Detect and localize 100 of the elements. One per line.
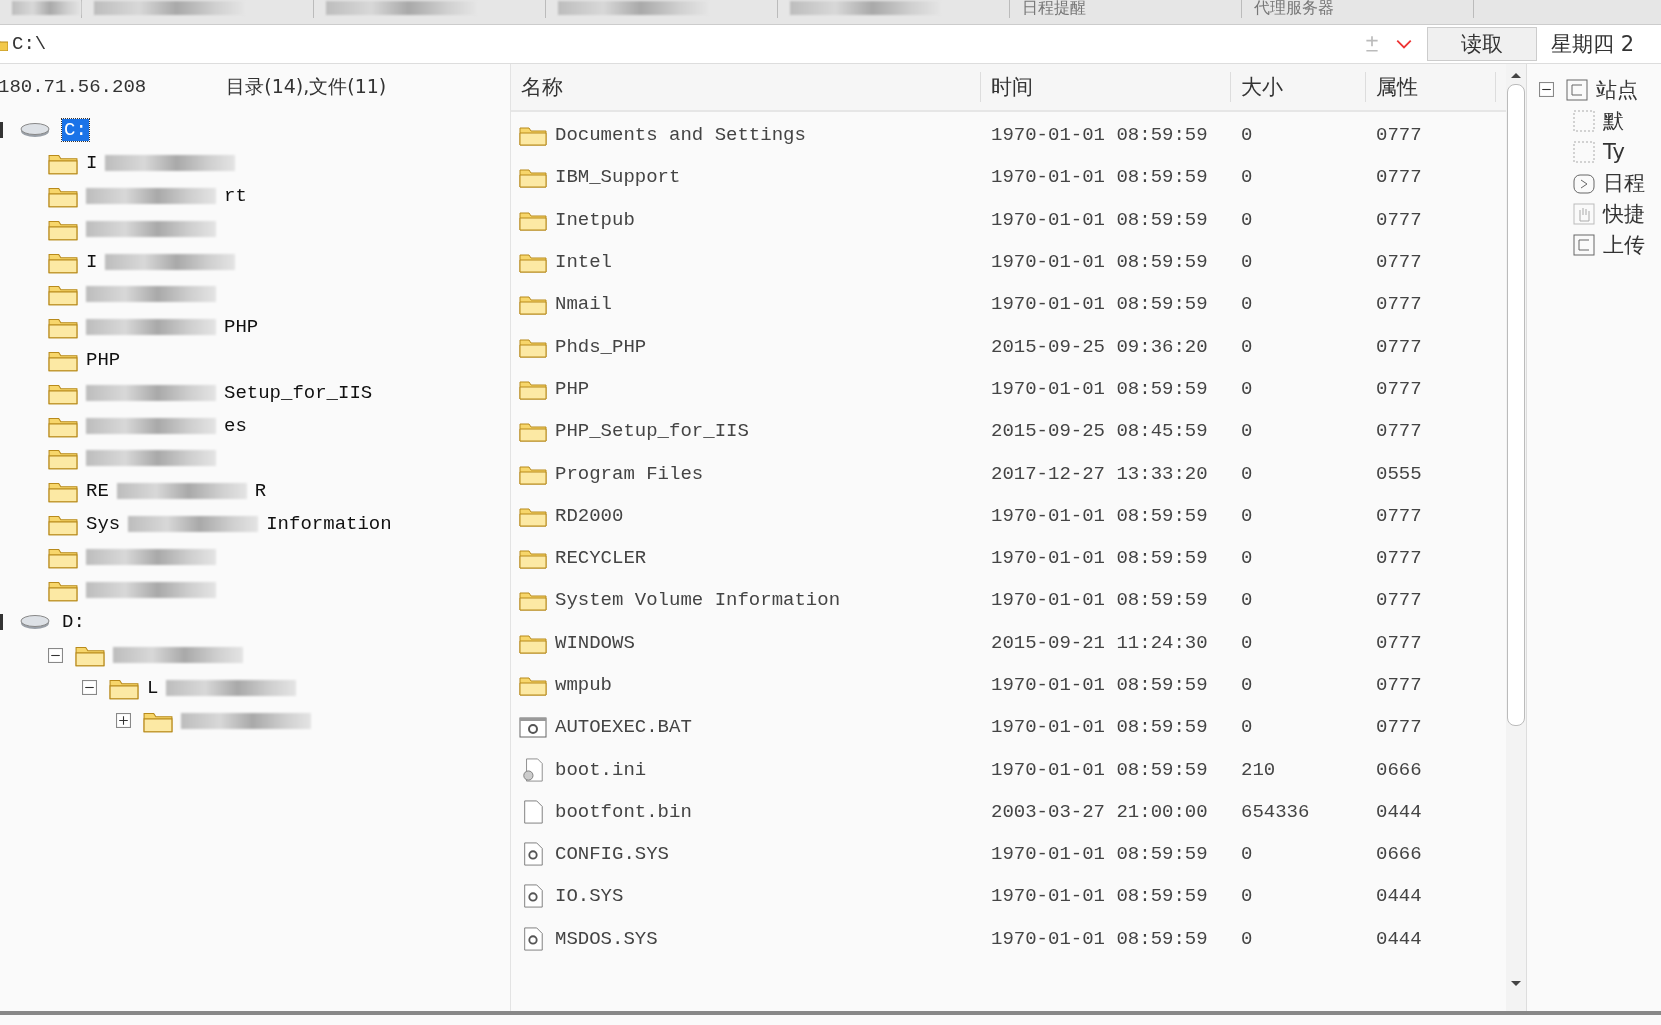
column-header[interactable]: 属性 bbox=[1366, 72, 1496, 102]
table-cell-text: 0777 bbox=[1375, 589, 1423, 612]
file-name[interactable]: PHP_Setup_for_IIS bbox=[555, 420, 749, 443]
tab[interactable]: 代理服务器 bbox=[1242, 0, 1474, 18]
table-cell-text: 0444 bbox=[1375, 927, 1423, 950]
table-cell-text: 1970-01-01 08:59:59 bbox=[990, 124, 1209, 147]
tree-item-label[interactable]: PHP bbox=[86, 348, 121, 371]
tree-item-label[interactable]: R bbox=[254, 480, 267, 503]
file-name[interactable]: WINDOWS bbox=[555, 631, 635, 654]
table-cell-text: 0 bbox=[1240, 674, 1254, 696]
file-name[interactable]: CONFIG.SYS bbox=[555, 843, 670, 866]
file-name[interactable]: bootfont.bin bbox=[555, 800, 692, 823]
table-cell-text: 0 bbox=[1240, 166, 1254, 189]
file-name[interactable]: IO.SYS bbox=[555, 885, 624, 908]
file-name[interactable]: Intel bbox=[555, 251, 612, 274]
tree-item-label[interactable]: 快捷 bbox=[1603, 199, 1645, 228]
table-cell-text: 0777 bbox=[1375, 420, 1423, 443]
table-cell-text: 0 bbox=[1240, 504, 1254, 527]
collapse-icon[interactable] bbox=[82, 680, 97, 696]
table-cell-text: 0777 bbox=[1375, 293, 1423, 316]
table-cell-text: 0777 bbox=[1375, 166, 1423, 189]
host-address: 180.71.56.208 bbox=[0, 76, 147, 98]
table-cell-text: 654336 bbox=[1240, 800, 1311, 823]
dashed-square-icon bbox=[1573, 140, 1595, 163]
table-cell-text: 1970-01-01 08:59:59 bbox=[990, 208, 1209, 231]
table-cell-text: 0777 bbox=[1375, 674, 1423, 696]
tree-item-label[interactable]: Ty bbox=[1603, 139, 1625, 164]
table-cell-text: 0 bbox=[1240, 716, 1254, 739]
file-name[interactable]: Program Files bbox=[555, 462, 704, 485]
scrollbar[interactable] bbox=[1506, 64, 1526, 1011]
redaction-blur bbox=[12, 1, 81, 15]
tree-item-label[interactable]: 上传 bbox=[1603, 230, 1645, 259]
table-cell-text: 210 bbox=[1240, 758, 1277, 781]
tree-item-label[interactable]: rt bbox=[224, 185, 247, 207]
table-cell-text: 0777 bbox=[1375, 377, 1423, 400]
tree-item-label[interactable]: Setup_for_IIS bbox=[224, 381, 373, 404]
tree-item-label[interactable]: 日程 bbox=[1603, 168, 1645, 197]
tab[interactable]: 日程提醒 bbox=[1010, 0, 1242, 18]
table-cell-text: 0777 bbox=[1375, 335, 1423, 358]
tree-item-label[interactable]: RE bbox=[86, 480, 109, 503]
expand-icon[interactable] bbox=[116, 713, 131, 729]
tree-item-label[interactable]: es bbox=[224, 414, 247, 437]
table-cell-text: 0444 bbox=[1375, 800, 1423, 823]
column-header[interactable]: 大小 bbox=[1231, 72, 1366, 102]
tree-item-label[interactable]: 站点 bbox=[1596, 75, 1638, 104]
file-name[interactable]: wmpub bbox=[555, 674, 612, 696]
file-name[interactable]: IBM_Support bbox=[555, 166, 681, 189]
table-cell-text: 0 bbox=[1240, 208, 1254, 231]
table-cell-text: 1970-01-01 08:59:59 bbox=[990, 293, 1209, 316]
table-cell-text: 1970-01-01 08:59:59 bbox=[990, 589, 1209, 612]
tree-item-label[interactable]: Sys bbox=[86, 512, 121, 535]
hand-icon bbox=[1573, 202, 1595, 225]
collapse-icon[interactable] bbox=[48, 647, 63, 663]
table-cell-text: 0555 bbox=[1375, 462, 1423, 485]
tree-item-label[interactable]: D: bbox=[62, 611, 85, 634]
file-name[interactable]: boot.ini bbox=[555, 758, 647, 781]
table-cell-text: 0 bbox=[1240, 335, 1254, 358]
table-cell-text: 1970-01-01 08:59:59 bbox=[990, 166, 1209, 189]
file-name[interactable]: System Volume Information bbox=[555, 589, 841, 612]
tree-item-label[interactable]: Information bbox=[266, 512, 392, 535]
table-cell-text: 1970-01-01 08:59:59 bbox=[990, 504, 1209, 527]
table-cell-text: 1970-01-01 08:59:59 bbox=[990, 377, 1209, 400]
file-name[interactable]: RD2000 bbox=[555, 504, 624, 527]
file-name[interactable]: AUTOEXEC.BAT bbox=[555, 716, 692, 739]
table-cell-text: 1970-01-01 08:59:59 bbox=[990, 843, 1209, 866]
file-name[interactable]: Documents and Settings bbox=[555, 124, 806, 147]
alarm-icon bbox=[1573, 171, 1595, 194]
plus-minus-icon[interactable] bbox=[1363, 35, 1381, 53]
file-name[interactable]: PHP bbox=[555, 377, 590, 400]
table-cell-text: 1970-01-01 08:59:59 bbox=[990, 716, 1209, 739]
tree-item-label[interactable]: 默 bbox=[1603, 106, 1624, 135]
file-name[interactable]: Nmail bbox=[555, 293, 612, 316]
table-cell-text: 0 bbox=[1240, 251, 1254, 274]
tree-item-label[interactable]: C: bbox=[62, 119, 89, 142]
table-cell-text: 0777 bbox=[1375, 251, 1423, 274]
read-button[interactable]: 读取 bbox=[1427, 27, 1537, 61]
table-cell-text: 0 bbox=[1240, 293, 1254, 316]
table-cell-text: 0 bbox=[1240, 927, 1254, 950]
table-cell-text: 2015-09-25 09:36:20 bbox=[990, 335, 1209, 358]
tree-item-label[interactable]: PHP bbox=[224, 316, 259, 339]
drive-icon bbox=[20, 121, 50, 140]
file-name[interactable]: RECYCLER bbox=[555, 547, 647, 570]
file-name[interactable]: Phds_PHP bbox=[555, 335, 647, 358]
tree-item-label[interactable]: L bbox=[147, 676, 159, 699]
tree-item-label[interactable]: I bbox=[86, 250, 98, 273]
file-name[interactable]: MSDOS.SYS bbox=[555, 927, 658, 950]
tree-item-label[interactable]: I bbox=[86, 152, 98, 175]
table-cell-text: 0 bbox=[1240, 589, 1254, 612]
column-header[interactable]: 时间 bbox=[981, 72, 1231, 102]
window-icon bbox=[1566, 78, 1588, 101]
table-cell-text: 0 bbox=[1240, 843, 1254, 866]
table-cell-text: 1970-01-01 08:59:59 bbox=[990, 758, 1209, 781]
dashed-square-icon bbox=[1573, 109, 1595, 132]
collapse-icon[interactable] bbox=[1539, 82, 1554, 97]
table-cell-text: 0444 bbox=[1375, 885, 1423, 908]
file-name[interactable]: Inetpub bbox=[555, 208, 635, 231]
column-header[interactable]: 名称 bbox=[511, 72, 981, 102]
table-cell-text: 1970-01-01 08:59:59 bbox=[990, 927, 1209, 950]
table-cell-text: 1970-01-01 08:59:59 bbox=[990, 547, 1209, 570]
path-field[interactable]: C:\ bbox=[0, 29, 1363, 59]
